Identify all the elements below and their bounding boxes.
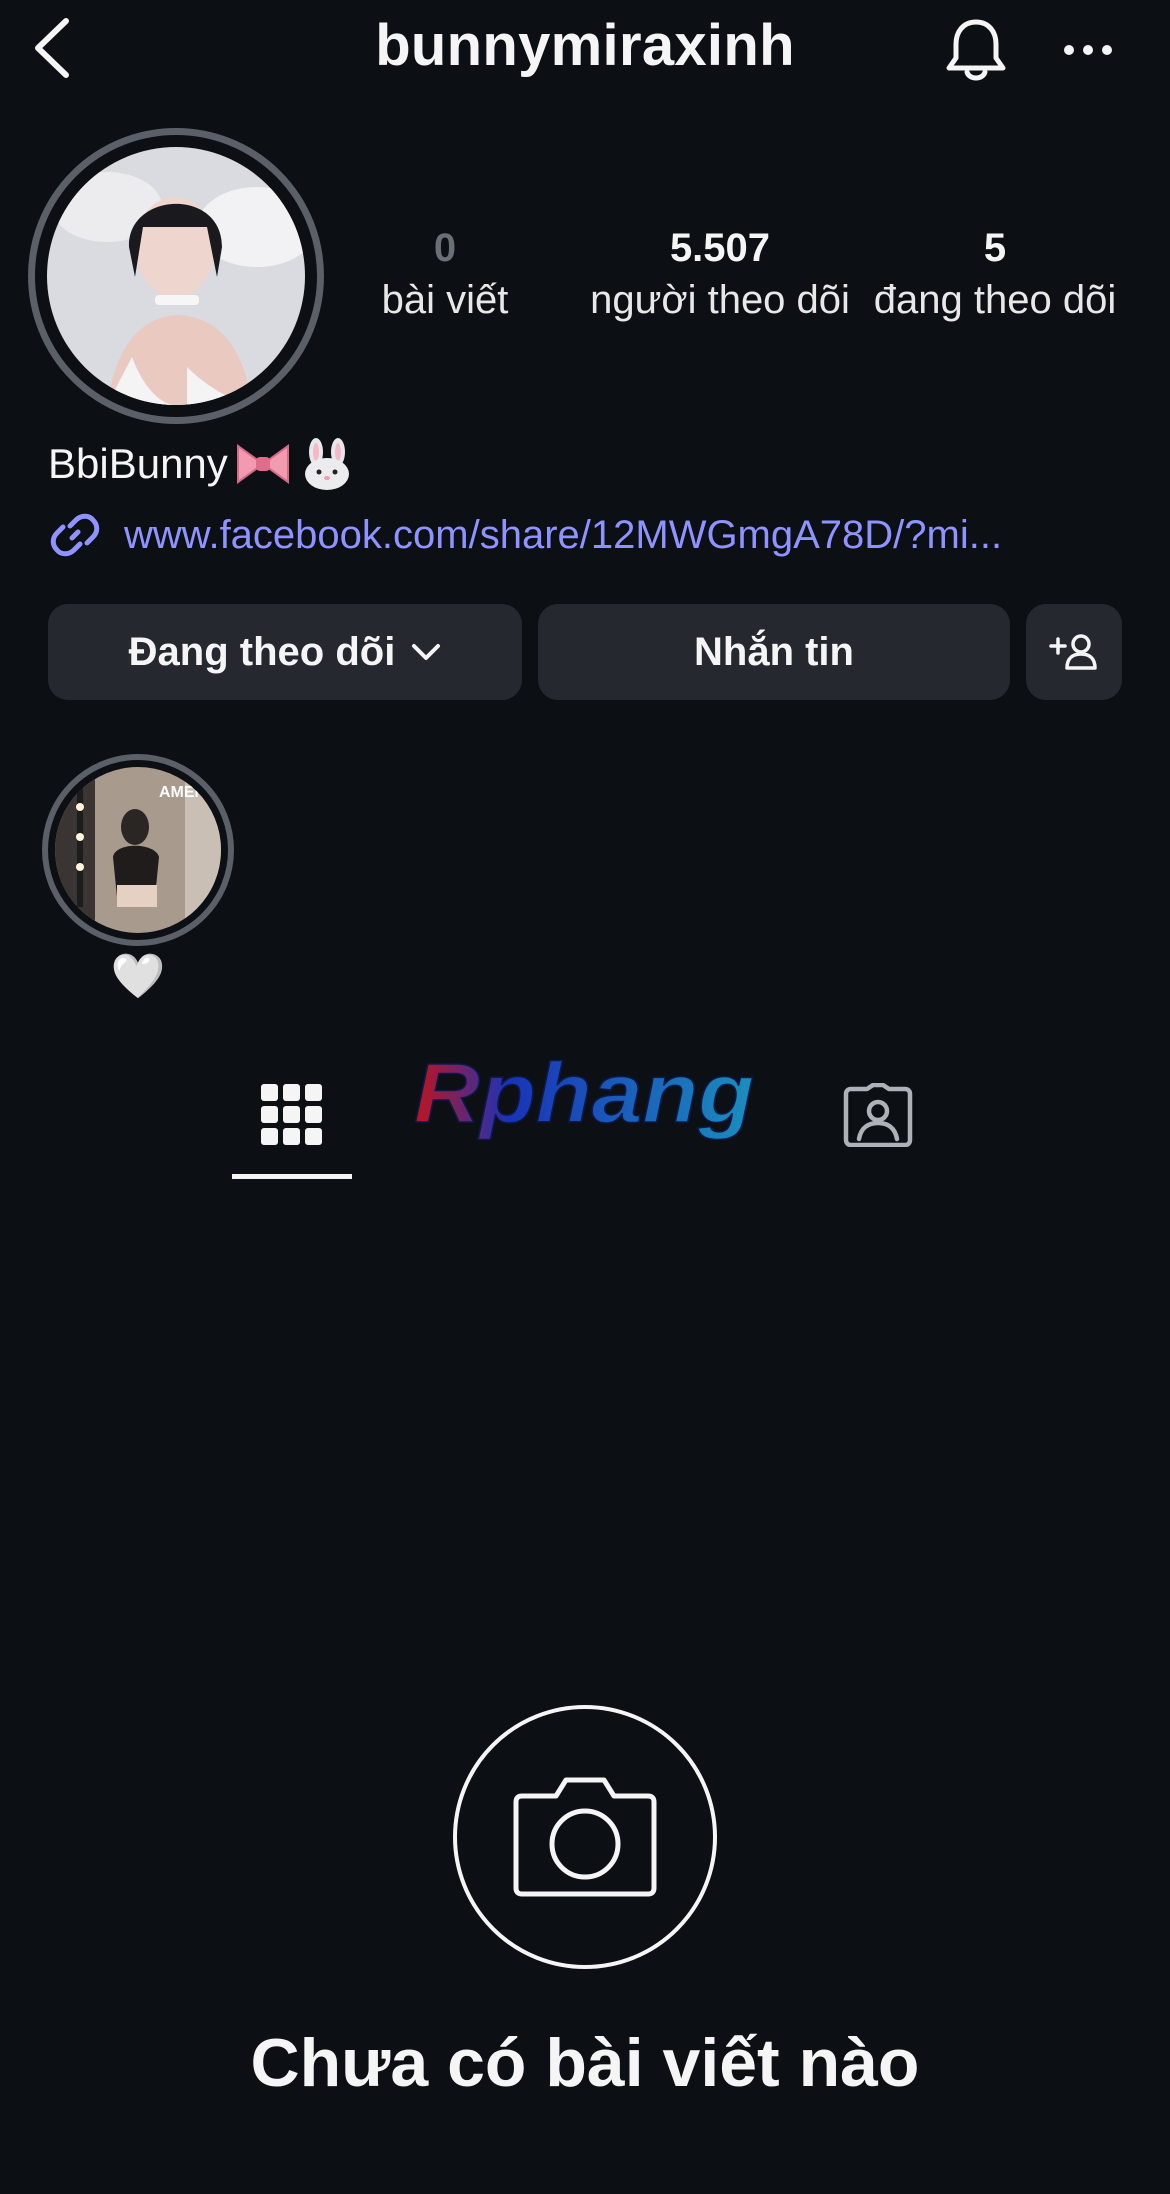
add-user-icon bbox=[1049, 634, 1097, 670]
tab-posts-grid[interactable] bbox=[232, 1050, 352, 1180]
notifications-button[interactable] bbox=[940, 14, 1012, 86]
profile-photo bbox=[47, 147, 305, 405]
chevron-down-icon bbox=[412, 644, 441, 660]
message-button[interactable]: Nhắn tin bbox=[538, 604, 1010, 700]
link-icon bbox=[50, 513, 100, 557]
bio-link-text: www.facebook.com/share/12MWGmgA78D/?mi..… bbox=[124, 512, 1003, 557]
following-button-label: Đang theo dõi bbox=[128, 629, 396, 674]
camera-circle bbox=[453, 1705, 717, 1969]
ribbon-emoji bbox=[236, 444, 289, 484]
story-highlight[interactable]: AMEN bbox=[42, 754, 234, 946]
following-count[interactable]: 5 đang theo dõi bbox=[860, 222, 1130, 326]
more-horizontal-icon bbox=[1064, 45, 1112, 55]
camera-icon bbox=[513, 1777, 657, 1897]
posts-count[interactable]: 0 bài viết bbox=[355, 222, 535, 326]
tagged-icon bbox=[843, 1083, 913, 1147]
bell-icon bbox=[946, 19, 1006, 81]
followers-count[interactable]: 5.507 người theo dõi bbox=[585, 222, 855, 326]
following-count-value: 5 bbox=[983, 226, 1007, 270]
followers-count-value: 5.507 bbox=[669, 226, 771, 270]
bio-link[interactable]: www.facebook.com/share/12MWGmgA78D/?mi..… bbox=[48, 508, 1002, 562]
display-name: BbiBunny bbox=[48, 440, 228, 487]
highlight-cover-text: AMEN bbox=[159, 784, 206, 801]
grid-icon bbox=[261, 1084, 322, 1145]
tab-tagged[interactable] bbox=[818, 1050, 938, 1180]
posts-count-label: bài viết bbox=[381, 278, 509, 322]
followers-count-label: người theo dõi bbox=[590, 278, 850, 322]
display-name-row: BbiBunny bbox=[48, 438, 356, 490]
following-count-label: đang theo dõi bbox=[873, 278, 1117, 322]
posts-count-value: 0 bbox=[433, 226, 457, 270]
highlight-label: 🤍 bbox=[110, 952, 166, 1001]
following-dropdown-button[interactable]: Đang theo dõi bbox=[48, 604, 522, 700]
more-options-button[interactable] bbox=[1052, 22, 1124, 78]
suggested-users-button[interactable] bbox=[1026, 604, 1122, 700]
watermark-text: Rphang bbox=[414, 1046, 754, 1140]
rabbit-emoji bbox=[304, 438, 349, 490]
active-tab-indicator bbox=[232, 1174, 352, 1179]
message-button-label: Nhắn tin bbox=[694, 629, 854, 674]
highlight-cover: AMEN bbox=[55, 767, 221, 933]
empty-state-title: Chưa có bài viết nào bbox=[250, 2025, 920, 2101]
watermark-logo: Rphang bbox=[413, 1045, 755, 1141]
profile-avatar[interactable] bbox=[28, 128, 324, 424]
